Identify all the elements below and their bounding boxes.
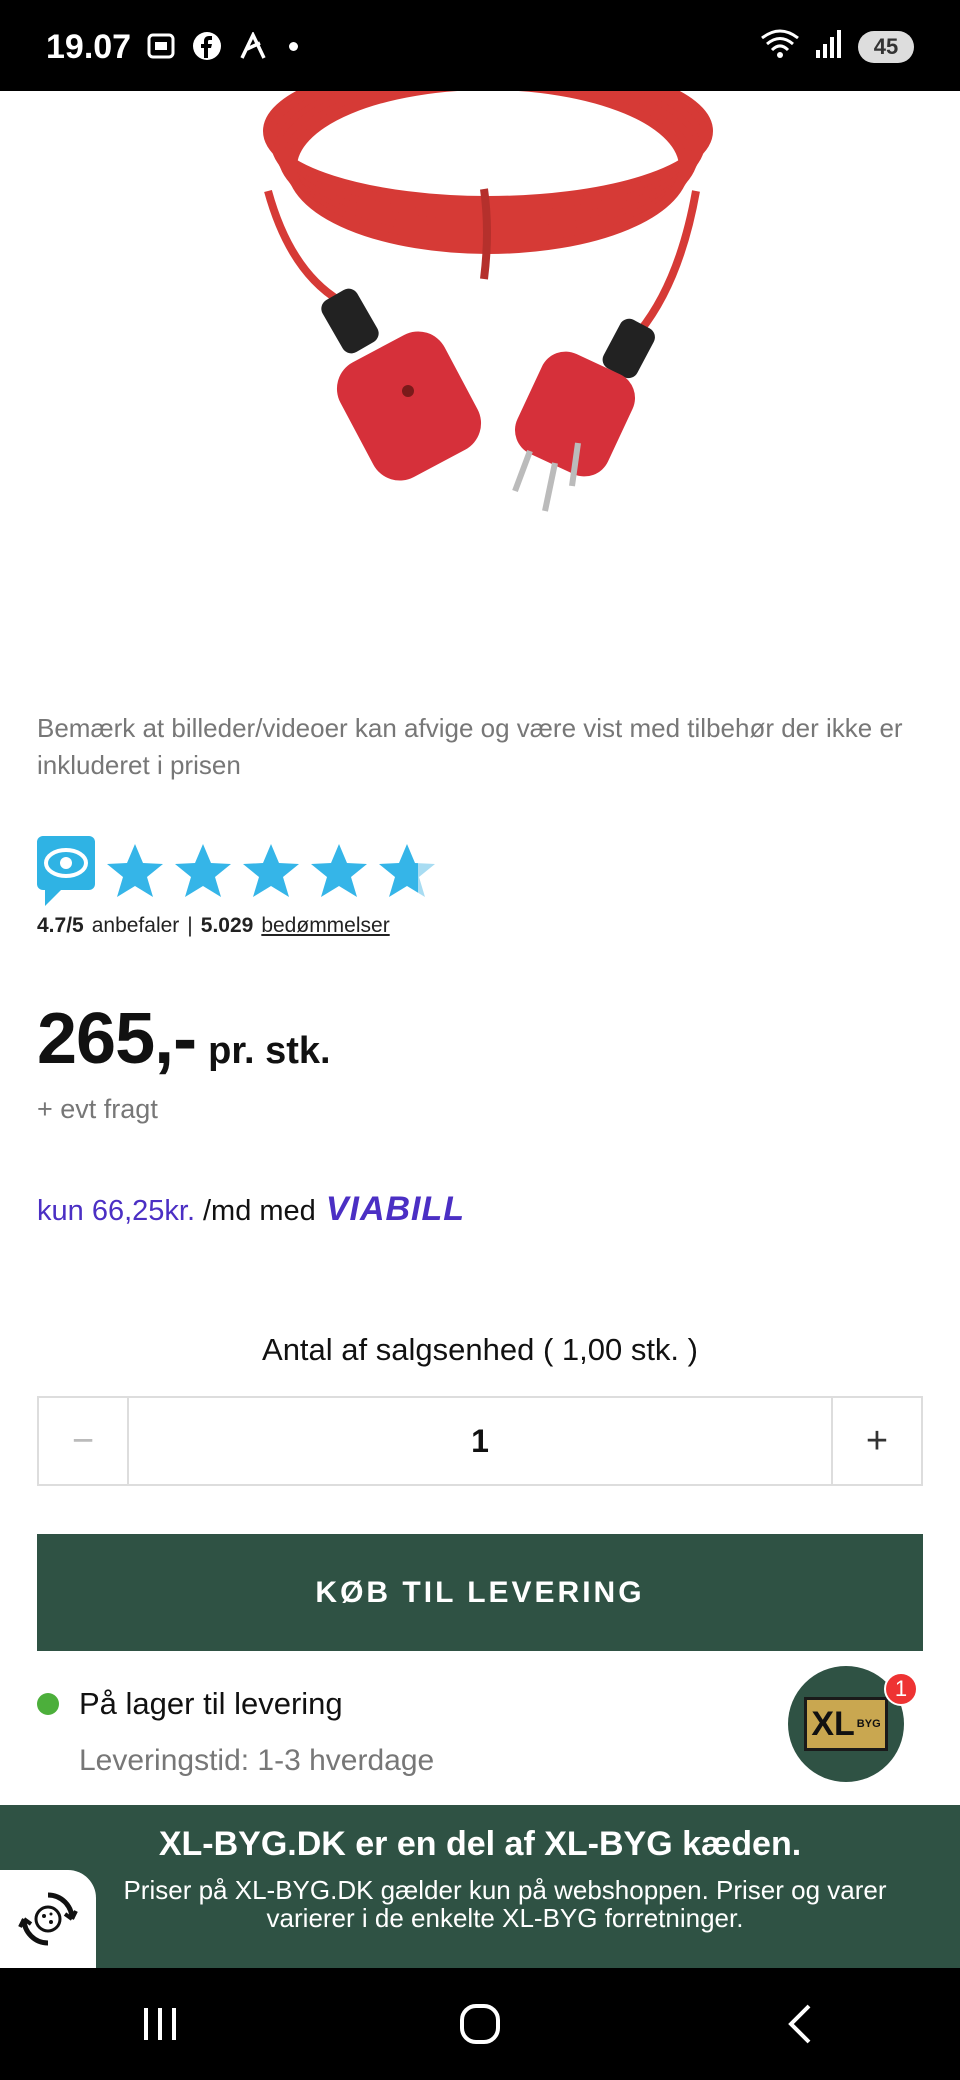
viabill-text: /md med — [203, 1195, 316, 1227]
banner-text: Priser på XL-BYG.DK gælder kun på websho… — [123, 1875, 887, 1933]
decrease-quantity-button[interactable]: − — [39, 1398, 129, 1484]
rating-score: 4.7/5 — [37, 914, 84, 937]
price-unit: pr. stk. — [208, 1030, 331, 1072]
status-icons-left — [145, 30, 298, 62]
home-icon[interactable] — [450, 1994, 510, 2054]
star-icon — [309, 842, 369, 900]
rating-separator: | — [187, 914, 193, 937]
increase-quantity-button[interactable]: + — [831, 1398, 921, 1484]
buy-for-delivery-button[interactable]: KØB TIL LEVERING — [37, 1534, 923, 1651]
delivery-time: Leveringstid: 1-3 hverdage — [79, 1744, 435, 1777]
rating-widget[interactable]: 4.7/5 anbefaler | 5.029 bedømmelser — [37, 836, 437, 938]
rating-summary: 4.7/5 anbefaler | 5.029 bedømmelser — [37, 914, 437, 938]
notification-dot — [289, 41, 298, 51]
shipping-note: + evt fragt — [37, 1094, 158, 1124]
status-bar: 19.07 45 — [0, 0, 960, 91]
image-disclaimer: Bemærk at billeder/videoer kan afvige og… — [37, 713, 903, 780]
banner-title: XL-BYG.DK er en del af XL-BYG kæden. — [158, 1825, 802, 1863]
star-icon — [173, 842, 233, 900]
star-icon — [241, 842, 301, 900]
stock-status: På lager til levering — [79, 1686, 343, 1721]
in-stock-indicator — [37, 1693, 59, 1715]
viabill-logo: VIABILL — [325, 1190, 466, 1228]
reviews-link[interactable]: bedømmelser — [261, 914, 389, 938]
status-icons-right: 45 — [760, 28, 914, 65]
e-maerke-icon — [37, 836, 95, 906]
product-image[interactable] — [0, 56, 960, 651]
quantity-stepper: − 1 + — [37, 1396, 923, 1486]
review-count: 5.029 — [200, 914, 254, 937]
xl-byg-chat-button[interactable]: XL BYG 1 — [788, 1666, 918, 1782]
back-icon[interactable] — [770, 1994, 830, 2054]
price: 265,- pr. stk. — [37, 998, 331, 1080]
screenshot-icon — [145, 30, 177, 62]
viabill-amount: kun 66,25kr. — [37, 1195, 195, 1227]
wifi-icon — [760, 28, 800, 65]
star-half-icon — [377, 842, 437, 900]
stock-info: På lager til levering Leveringstid: 1-3 … — [37, 1686, 434, 1778]
notification-badge: 1 — [884, 1672, 918, 1706]
facebook-icon — [191, 30, 223, 62]
store-info-banner: XL-BYG.DK er en del af XL-BYG kæden. Pri… — [0, 1805, 960, 1968]
rating-recommend-label: anbefaler — [91, 914, 180, 937]
recent-apps-icon[interactable] — [130, 1994, 190, 2054]
cookie-settings-button[interactable] — [0, 1870, 96, 1968]
star-rating — [105, 842, 437, 900]
signal-icon — [814, 28, 844, 65]
xl-byg-logo: XL BYG — [804, 1697, 888, 1751]
status-time: 19.07 — [46, 28, 132, 66]
quantity-input[interactable]: 1 — [129, 1398, 831, 1484]
battery-icon: 45 — [858, 30, 914, 63]
price-amount: 265,- — [37, 999, 197, 1079]
app-icon — [237, 30, 269, 62]
system-navigation-bar — [0, 1968, 960, 2080]
cookie-icon — [18, 1892, 78, 1946]
star-icon — [105, 842, 165, 900]
viabill-offer[interactable]: kun 66,25kr. /md med VIABILL — [37, 1190, 465, 1229]
quantity-label: Antal af salgsenhed ( 1,00 stk. ) — [262, 1332, 698, 1367]
